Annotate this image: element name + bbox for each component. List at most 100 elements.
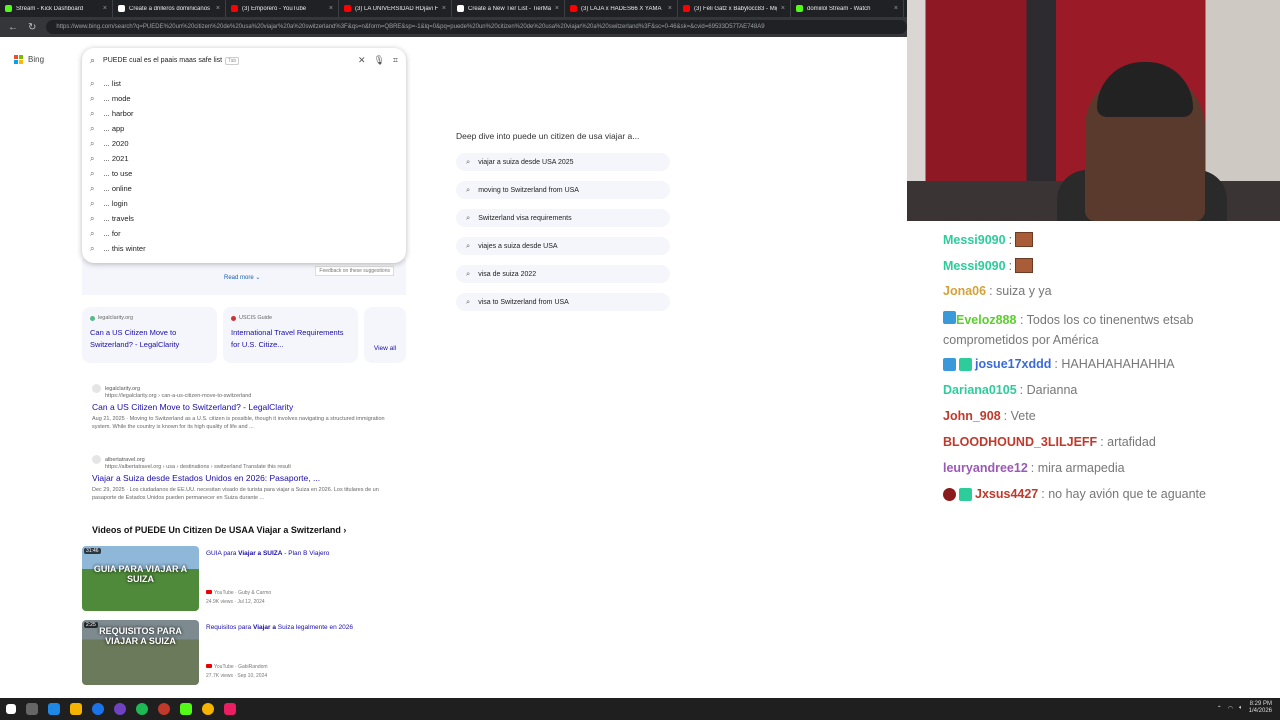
file-explorer-icon[interactable] xyxy=(70,703,82,715)
wifi-icon[interactable]: ◠ xyxy=(1228,705,1233,712)
browser-tab[interactable]: (3) LA UNIVERSIDAD RDjavi Fue × xyxy=(339,0,452,17)
spotify-icon[interactable] xyxy=(136,703,148,715)
video-result[interactable]: 2:25 REQUISITOS PARA VIAJAR A SUIZA Requ… xyxy=(82,620,412,685)
tab-close-icon[interactable]: × xyxy=(668,5,672,12)
microphone-icon[interactable]: 🎙︎ xyxy=(373,55,384,66)
chat-username[interactable]: Jxsus4427 xyxy=(975,487,1038,501)
video-thumbnail[interactable]: 2:25 REQUISITOS PARA VIAJAR A SUIZA xyxy=(82,620,199,685)
view-all-card[interactable]: View all xyxy=(364,307,406,363)
search-input[interactable]: PUEDE cual es el paais maas safe list Tab xyxy=(103,56,350,65)
tab-close-icon[interactable]: × xyxy=(894,5,898,12)
related-search-item[interactable]: ⌕ viajes a suiza desde USA xyxy=(456,237,670,255)
source-name: legalclarity.org xyxy=(98,315,134,321)
reload-icon[interactable]: ↻ xyxy=(28,22,36,33)
chat-username[interactable]: Jona06 xyxy=(943,284,986,298)
related-search-item[interactable]: ⌕ moving to Switzerland from USA xyxy=(456,181,670,199)
related-search-item[interactable]: ⌕ visa to Switzerland from USA xyxy=(456,293,670,311)
result-title[interactable]: Viajar a Suiza desde Estados Unidos en 2… xyxy=(92,473,392,483)
back-icon[interactable]: ← xyxy=(8,22,18,33)
browser-tab[interactable]: Create a New Tier List - TierMak × xyxy=(452,0,565,17)
volume-icon[interactable]: 🔈︎ xyxy=(1239,705,1243,712)
tab-favicon-icon xyxy=(5,5,12,12)
tab-close-icon[interactable]: × xyxy=(555,5,559,12)
windows-start-icon[interactable] xyxy=(6,704,16,714)
tab-close-icon[interactable]: × xyxy=(216,5,220,12)
search-box[interactable]: ⌕ PUEDE cual es el paais maas safe list T… xyxy=(82,48,406,72)
task-view-icon[interactable] xyxy=(26,703,38,715)
video-title[interactable]: Requisitos para Viajar a Suiza legalment… xyxy=(206,624,406,631)
suggestion-item[interactable]: ⌕ ... this winter xyxy=(82,241,406,256)
suggestion-text: ... login xyxy=(103,199,128,208)
search-icon: ⌕ xyxy=(90,198,95,208)
chat-username[interactable]: Dariana0105 xyxy=(943,383,1017,397)
chat-username[interactable]: josue17xddd xyxy=(975,357,1051,371)
address-bar[interactable]: https://www.bing.com/search?q=PUEDE%20un… xyxy=(46,20,907,34)
edge-icon[interactable] xyxy=(92,703,104,715)
search-icon: ⌕ xyxy=(466,213,471,222)
tab-close-icon[interactable]: × xyxy=(103,5,107,12)
result-url[interactable]: https://legalclarity.org › can-a-us-citi… xyxy=(92,393,392,399)
feedback-link[interactable]: Feedback on these suggestions xyxy=(315,266,394,276)
browser-tab[interactable]: (3) LAJA x HADES66 X YAMA × xyxy=(565,0,678,17)
suggestion-item[interactable]: ⌕ ... harbor xyxy=(82,106,406,121)
microsoft-logo-icon xyxy=(14,55,23,64)
video-thumbnail[interactable]: 31:46 GUIA PARA VIAJAR A SUIZA xyxy=(82,546,199,611)
chat-overlay: Messi9090 : Messi9090 : Jona06 : suiza y… xyxy=(907,221,1280,698)
related-search-item[interactable]: ⌕ viajar a suiza desde USA 2025 xyxy=(456,153,670,171)
source-card[interactable]: legalclarity.org Can a US Citizen Move t… xyxy=(82,307,217,363)
suggestion-item[interactable]: ⌕ ... list xyxy=(82,76,406,91)
suggestion-item[interactable]: ⌕ ... 2020 xyxy=(82,136,406,151)
visual-search-icon[interactable]: ⌗ xyxy=(393,55,398,66)
videos-heading[interactable]: Videos of PUEDE Un Citizen De USAA Viaja… xyxy=(92,525,346,535)
suggestion-item[interactable]: ⌕ ... 2021 xyxy=(82,151,406,166)
browser-tab[interactable]: (3) Feli Gatz x Babylocc83 - Mig × xyxy=(678,0,791,17)
suggestion-item[interactable]: ⌕ ... login xyxy=(82,196,406,211)
search-icon: ⌕ xyxy=(466,185,471,194)
chat-message: Messi9090 : xyxy=(943,258,1034,273)
suggestion-item[interactable]: ⌕ ... to use xyxy=(82,166,406,181)
chevron-up-icon[interactable]: ⌃ xyxy=(1217,705,1222,712)
tiktok-icon[interactable] xyxy=(224,703,236,715)
video-result[interactable]: 31:46 GUIA PARA VIAJAR A SUIZA GUIA para… xyxy=(82,546,412,611)
view-all-link[interactable]: View all xyxy=(374,343,396,355)
browser-tab[interactable]: Create a drilleros dominicanos × xyxy=(113,0,226,17)
clock[interactable]: 8:29 PM 1/4/2026 xyxy=(1249,701,1272,715)
chat-username[interactable]: Eveloz888 xyxy=(956,313,1016,327)
suggestion-item[interactable]: ⌕ ... online xyxy=(82,181,406,196)
suggestion-item[interactable]: ⌕ ... mode xyxy=(82,91,406,106)
suggestion-text: ... 2020 xyxy=(103,139,129,148)
read-more-button[interactable]: Read more ⌄ xyxy=(224,274,260,281)
chat-text: : Darianna xyxy=(1019,383,1078,397)
tab-close-icon[interactable]: × xyxy=(442,5,446,12)
tab-close-icon[interactable]: × xyxy=(781,5,785,12)
bing-logo[interactable]: Bing xyxy=(14,55,44,64)
browser-tab[interactable]: domiilol Stream - Watch × xyxy=(791,0,904,17)
suggestion-item[interactable]: ⌕ ... app xyxy=(82,121,406,136)
kick-icon[interactable] xyxy=(180,703,192,715)
clear-icon[interactable]: ✕ xyxy=(358,55,366,66)
search-icon: ⌕ xyxy=(90,108,95,118)
related-search-item[interactable]: ⌕ visa de suiza 2022 xyxy=(456,265,670,283)
tab-close-icon[interactable]: × xyxy=(329,5,333,12)
obs-icon[interactable] xyxy=(158,703,170,715)
chrome-icon[interactable] xyxy=(202,703,214,715)
chat-username[interactable]: John_908 xyxy=(943,409,1001,423)
app-icon[interactable] xyxy=(114,703,126,715)
chat-message: Dariana0105 : Darianna xyxy=(943,383,1077,397)
related-search-item[interactable]: ⌕ Switzerland visa requirements xyxy=(456,209,670,227)
chat-username[interactable]: leuryandree12 xyxy=(943,461,1028,475)
browser-tab[interactable]: Stream - Kick Dashboard × xyxy=(0,0,113,17)
suggestion-item[interactable]: ⌕ ... travels xyxy=(82,211,406,226)
deep-dive-panel: Deep dive into puede un citizen de usa v… xyxy=(456,131,676,321)
monitor-icon[interactable] xyxy=(48,703,60,715)
chat-message: Eveloz888 : Todos los co tinenentws etsa… xyxy=(943,310,1280,350)
chat-username[interactable]: Messi9090 xyxy=(943,233,1006,247)
source-card[interactable]: USCIS Guide International Travel Require… xyxy=(223,307,358,363)
result-url[interactable]: https://albertatravel.org › usa › destin… xyxy=(92,464,392,470)
suggestion-item[interactable]: ⌕ ... for xyxy=(82,226,406,241)
video-title[interactable]: GUIA para Viajar a SUIZA - Plan B Viajer… xyxy=(206,550,406,557)
result-title[interactable]: Can a US Citizen Move to Switzerland? - … xyxy=(92,402,392,412)
chat-username[interactable]: BLOODHOUND_3LILJEFF xyxy=(943,435,1097,449)
browser-tab[interactable]: (3) Emporeró - YouTube × xyxy=(226,0,339,17)
chat-username[interactable]: Messi9090 xyxy=(943,259,1006,273)
